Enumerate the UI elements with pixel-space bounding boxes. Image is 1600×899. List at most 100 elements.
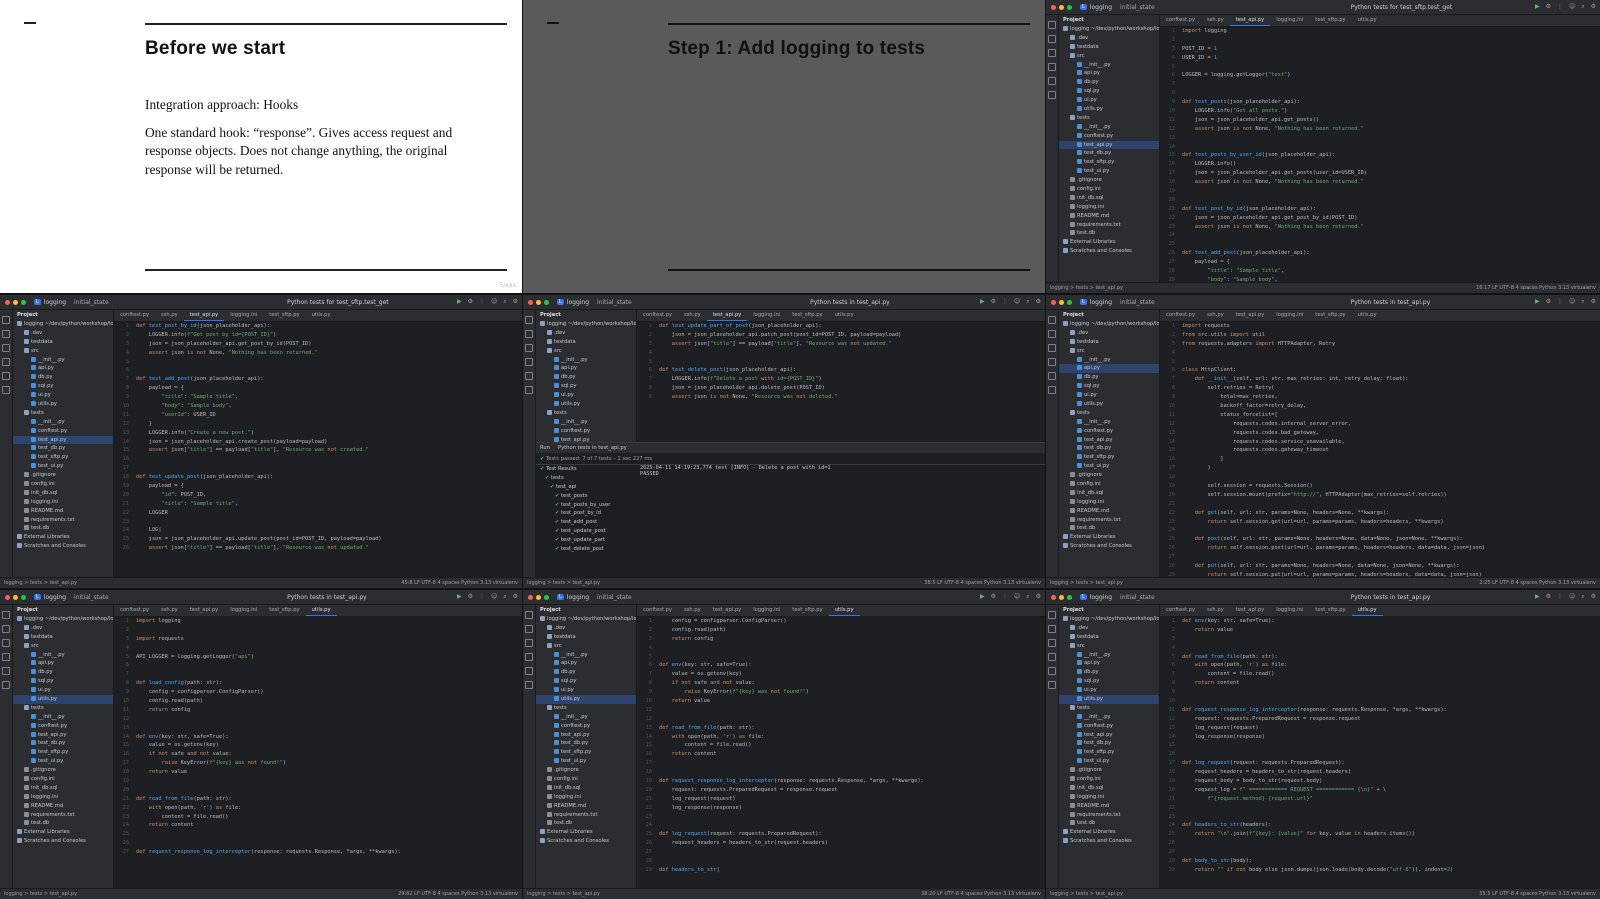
project-tree-item[interactable]: tests [1059,704,1159,713]
project-tree-item[interactable]: test.db [1059,229,1159,238]
editor-tab[interactable]: logging.ini [747,605,786,616]
project-tree-item[interactable]: .dev [1059,329,1159,338]
project-tree-item[interactable]: ui.py [1059,686,1159,695]
code-editor[interactable]: 1 2 3 4 5 6 7 8 9 10 11 12 13 14 15 16 17 18 19 20 21 22 23 24 2… [1160,322,1600,578]
commit-tool-icon[interactable] [2,625,10,633]
project-tree-item[interactable]: conftest.py [1059,427,1159,436]
search-icon[interactable]: ⌕ [1026,298,1029,306]
project-tree-item[interactable]: Scratches and Consoles [1059,542,1159,551]
project-tree-item[interactable]: utils.py [1059,400,1159,409]
editor-tab[interactable]: utils.py [1352,310,1383,321]
maximize-window-button[interactable] [1067,594,1072,600]
editor-tab[interactable]: utils.py [306,310,337,321]
project-tree-item[interactable]: __init__.py [13,418,113,427]
terminal-tool-icon[interactable] [2,667,10,675]
debug-icon[interactable]: ⚙ [468,298,473,306]
project-tree-item[interactable]: test_api.py [13,435,113,445]
project-switcher[interactable]: Llogging [557,299,589,306]
project-tree-item[interactable]: utils.py [536,695,636,704]
terminal-tool-icon[interactable] [1048,667,1056,675]
project-tree-item[interactable]: test_sftp.py [536,748,636,757]
project-tree-item[interactable]: test_ui.py [1059,167,1159,176]
code-editor[interactable]: 1 2 3 4 5 6 7 8 9 def test_update_part_of_post(js… [637,322,1045,432]
project-tree-item[interactable]: src [536,642,636,651]
close-window-button[interactable] [528,299,533,305]
project-tree-item[interactable]: test_sftp.py [13,453,113,462]
problems-tool-icon[interactable] [2,386,10,394]
project-tree-item[interactable]: __init__.py [1059,356,1159,365]
editor-tab[interactable]: ssh.py [678,605,707,616]
project-tree-item[interactable]: db.py [13,373,113,382]
project-tree-item[interactable]: init_db.sql [1059,489,1159,498]
project-tree-item[interactable]: tests [1059,409,1159,418]
project-tree-item[interactable]: test_api.py [1059,731,1159,740]
project-tree-item[interactable]: README.md [536,802,636,811]
project-tree-item[interactable]: __init__.py [13,651,113,660]
search-icon[interactable]: ⌕ [1581,593,1584,601]
maximize-window-button[interactable] [21,299,26,305]
project-tree-item[interactable]: db.py [1059,78,1159,87]
commit-tool-icon[interactable] [1048,35,1056,43]
commit-tool-icon[interactable] [2,330,10,338]
code-editor[interactable]: 1 2 3 4 5 6 7 8 9 10 11 12 13 14 15 16 17 18 19 20 21 22 23 24 2… [114,322,522,578]
project-tree-item[interactable]: requirements.txt [1059,516,1159,525]
editor-tab[interactable]: logging.ini [1270,15,1309,26]
run-icon[interactable]: ▶ [1535,298,1540,306]
close-window-button[interactable] [1051,299,1056,305]
project-tree-item[interactable]: config.ini [536,775,636,784]
project-tree-item[interactable]: __init__.py [536,713,636,722]
test-result-item[interactable]: ✔ test_posts [536,492,636,501]
project-tree-item[interactable]: External Libraries [13,533,113,542]
project-tree-item[interactable]: test_db.py [13,739,113,748]
editor-tab[interactable]: utils.py [1352,15,1383,26]
settings-icon[interactable]: ⚙ [513,298,518,306]
project-tree-item[interactable]: api.py [13,659,113,668]
project-tree-item[interactable]: init_db.sql [1059,784,1159,793]
user-icon[interactable]: ☺ [491,593,497,601]
editor-tab[interactable]: conftest.py [1160,15,1201,26]
project-tree-item[interactable]: db.py [536,668,636,677]
close-window-button[interactable] [1051,4,1056,10]
minimize-window-button[interactable] [536,594,541,600]
run-icon[interactable]: ▶ [457,593,462,601]
project-switcher[interactable]: Llogging [34,299,66,306]
project-tree-item[interactable]: External Libraries [1059,533,1159,542]
project-tree-item[interactable]: test_sftp.py [13,748,113,757]
terminal-tool-icon[interactable] [1048,372,1056,380]
commit-tool-icon[interactable] [525,625,533,633]
more-icon[interactable]: ⋮ [1557,593,1563,601]
problems-tool-icon[interactable] [1048,386,1056,394]
more-icon[interactable]: ⋮ [479,593,485,601]
user-icon[interactable]: ☺ [491,298,497,306]
structure-tool-icon[interactable] [1048,639,1056,647]
project-tree-item[interactable]: conftest.py [1059,132,1159,141]
project-tree-item[interactable]: README.md [1059,507,1159,516]
code-editor[interactable]: 1 2 3 4 5 6 7 8 9 10 11 12 13 14 15 16 17 18 19 20 21 22 23 24 2… [1160,617,1600,889]
project-tree-item[interactable]: .gitignore [1059,471,1159,480]
code-editor[interactable]: 1 2 3 4 5 6 7 8 9 10 11 12 13 14 15 16 17 18 19 20 21 22 23 24 2… [114,617,522,889]
search-icon[interactable]: ⌕ [1581,298,1584,306]
run-icon[interactable]: ▶ [1535,3,1540,11]
editor-tab[interactable]: ssh.py [678,310,707,321]
search-icon[interactable]: ⌕ [1581,3,1584,11]
project-tree-item[interactable]: conftest.py [536,427,636,436]
project-tree-item[interactable]: init_db.sql [536,784,636,793]
project-tree-item[interactable]: test_db.py [13,444,113,453]
project-tree-item[interactable]: __init__.py [536,356,636,365]
project-tree-item[interactable]: db.py [1059,373,1159,382]
project-switcher[interactable]: Llogging [1080,4,1112,11]
project-tree-item[interactable]: src [536,347,636,356]
test-result-item[interactable]: ✔ test_posts_by_user [536,501,636,510]
editor-tab[interactable]: utils.py [305,605,337,616]
run-tool-icon[interactable] [525,358,533,366]
user-icon[interactable]: ☺ [1569,3,1575,11]
search-icon[interactable]: ⌕ [503,593,506,601]
project-tree-item[interactable]: tests [1059,114,1159,123]
commit-tool-icon[interactable] [1048,330,1056,338]
project-tree-item[interactable]: logging ~/dev/python/workshop/logging [1059,25,1159,34]
project-tree-item[interactable]: config.ini [13,480,113,489]
project-tree-item[interactable]: __init__.py [13,356,113,365]
branch-switcher[interactable]: initial_state [597,594,632,601]
test-result-item[interactable]: ✔ test_update_part [536,536,636,545]
project-tree-item[interactable]: tests [536,409,636,418]
